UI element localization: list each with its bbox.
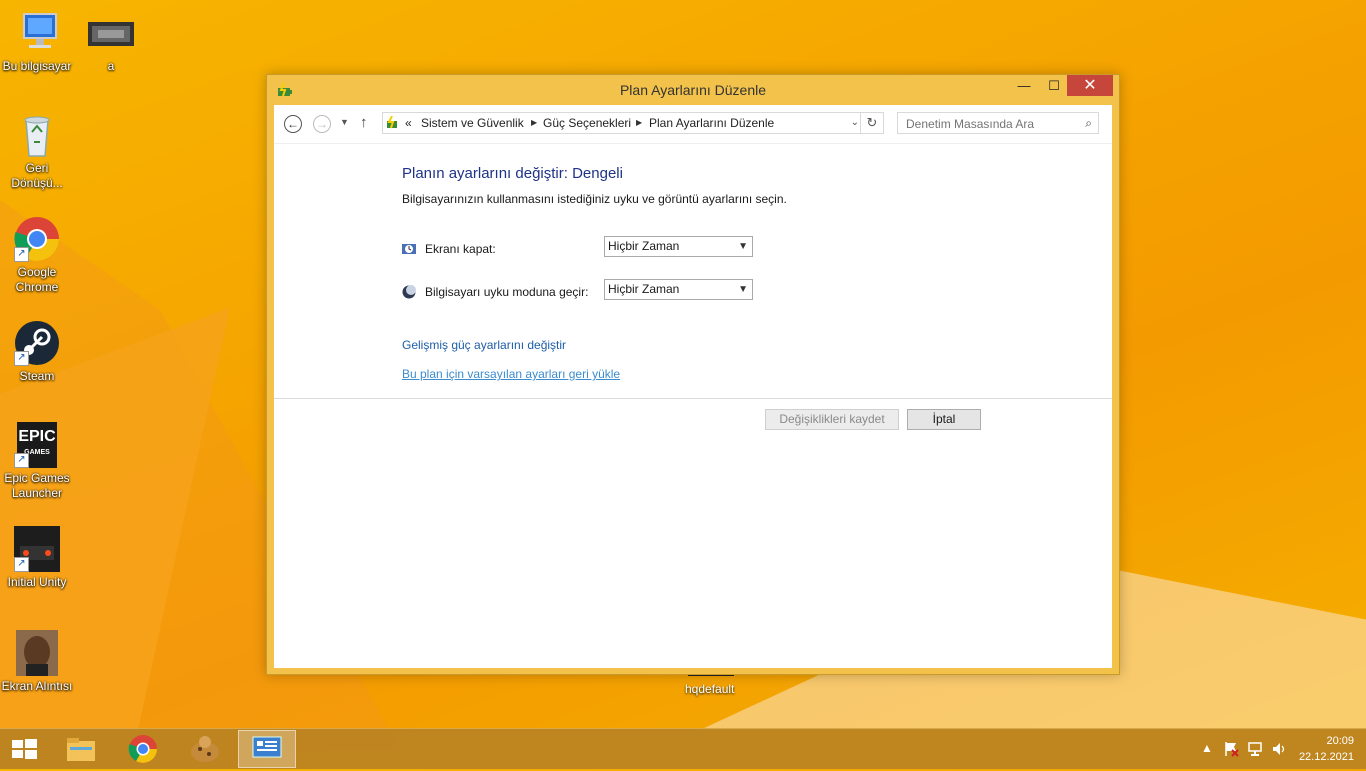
- breadcrumb-prefix[interactable]: «: [405, 116, 412, 130]
- divider: [274, 398, 1112, 399]
- search-input[interactable]: [904, 114, 1078, 134]
- desktop-icon-steam[interactable]: ↗ Steam: [0, 320, 74, 384]
- desktop-icon-epic-games[interactable]: EPIC GAMES ↗ Epic Games Launcher: [0, 422, 74, 501]
- computer-icon: [14, 10, 60, 56]
- network-icon[interactable]: [1247, 741, 1263, 760]
- address-bar[interactable]: « Sistem ve Güvenlik ▶ Güç Seçenekleri ▶…: [382, 112, 884, 134]
- shortcut-arrow-icon: ↗: [14, 453, 29, 468]
- desktop-icon-google-chrome[interactable]: ↗ Google Chrome: [0, 216, 74, 295]
- search-box[interactable]: ⌕: [897, 112, 1099, 134]
- desktop-icon-label: Geri Dönüşü...: [11, 161, 63, 190]
- desktop-icon-label: a: [107, 59, 115, 73]
- up-arrow-icon[interactable]: ↑: [360, 114, 368, 131]
- desktop-icon-recycle-bin[interactable]: Geri Dönüşü...: [0, 112, 74, 191]
- folder-icon: [67, 738, 95, 761]
- desktop-icon-this-pc[interactable]: Bu bilgisayar: [0, 10, 74, 74]
- system-clock[interactable]: 20:09 22.12.2021: [1299, 733, 1354, 765]
- back-arrow-icon[interactable]: ←: [284, 115, 302, 133]
- chevron-down-icon: ▼: [738, 284, 748, 295]
- action-center-flag-icon[interactable]: [1223, 741, 1239, 760]
- clock-date: 22.12.2021: [1298, 751, 1354, 763]
- desktop-icon-a[interactable]: a: [74, 20, 148, 74]
- windows-start-icon[interactable]: [10, 737, 38, 761]
- show-hidden-icons-chevron-icon[interactable]: ▲: [1201, 741, 1213, 755]
- turn-off-display-value: Hiçbir Zaman: [608, 239, 680, 253]
- main-content: Planın ayarlarını değiştir: Dengeli Bilg…: [274, 143, 1112, 668]
- address-dropdown-chevron-icon[interactable]: ⌄: [851, 117, 859, 128]
- desktop-icon-screenshot[interactable]: Ekran Alıntısı: [0, 630, 74, 694]
- shortcut-arrow-icon: ↗: [14, 351, 29, 366]
- shortcut-arrow-icon: ↗: [14, 247, 29, 262]
- forward-arrow-icon[interactable]: →: [313, 115, 331, 133]
- recent-locations-chevron-icon[interactable]: ▼: [340, 117, 349, 127]
- cancel-button[interactable]: İptal: [907, 409, 981, 430]
- breadcrumb-item-edit-plan[interactable]: Plan Ayarlarını Düzenle: [649, 116, 774, 130]
- minimize-button[interactable]: —: [1007, 75, 1041, 96]
- control-panel-icon: [252, 736, 282, 758]
- close-button[interactable]: ✕: [1067, 75, 1113, 96]
- desktop-icon-label: Ekran Alıntısı: [1, 679, 73, 693]
- steam-icon: ↗: [14, 320, 60, 366]
- control-panel-icon: [386, 115, 401, 130]
- chrome-taskbar-button[interactable]: [114, 730, 172, 768]
- page-description: Bilgisayarınızın kullanmasını istediğini…: [402, 192, 787, 206]
- epic-games-icon: EPIC GAMES ↗: [14, 422, 60, 468]
- desktop-icon-label: Initial Unity: [7, 575, 67, 589]
- chrome-icon: ↗: [14, 216, 60, 262]
- maximize-button[interactable]: ☐: [1037, 75, 1071, 96]
- control-panel-taskbar-button[interactable]: [238, 730, 296, 768]
- desktop-icon-label: Steam: [19, 369, 55, 383]
- refresh-icon[interactable]: ↻: [860, 113, 883, 133]
- chevron-down-icon: ▼: [738, 241, 748, 252]
- save-changes-button[interactable]: Değişiklikleri kaydet: [765, 409, 899, 430]
- epic-logo-text: EPIC: [18, 428, 56, 445]
- desktop-icon-label: Bu bilgisayar: [2, 59, 72, 73]
- desktop-icon-label: Epic Games Launcher: [4, 471, 70, 500]
- sleep-label: Bilgisayarı uyku moduna geçir:: [425, 285, 589, 299]
- cookie-icon: [191, 736, 219, 762]
- sleep-value: Hiçbir Zaman: [608, 282, 680, 296]
- sleep-select[interactable]: Hiçbir Zaman ▼: [604, 279, 753, 300]
- desktop-icon-label-hqdefault[interactable]: hqdefault: [685, 682, 734, 696]
- turn-off-display-select[interactable]: Hiçbir Zaman ▼: [604, 236, 753, 257]
- display-clock-icon: [402, 242, 416, 256]
- page-title: Planın ayarlarını değiştir: Dengeli: [402, 165, 623, 182]
- sleep-moon-icon: [402, 285, 416, 299]
- advanced-power-settings-link[interactable]: Gelişmiş güç ayarlarını değiştir: [402, 338, 566, 352]
- game-thumbnail-icon: ↗: [14, 526, 60, 572]
- taskbar: ▲ 20:09 22.12.2021: [0, 728, 1366, 769]
- restore-defaults-link[interactable]: Bu plan için varsayılan ayarları geri yü…: [402, 367, 620, 381]
- desktop-icon-label: Google Chrome: [15, 265, 59, 294]
- title-bar[interactable]: Plan Ayarlarını Düzenle — ☐ ✕: [267, 75, 1119, 105]
- breadcrumb-item-system-security[interactable]: Sistem ve Güvenlik: [421, 116, 524, 130]
- breadcrumb-separator-icon[interactable]: ▶: [636, 118, 642, 127]
- image-thumbnail-icon: [88, 20, 134, 56]
- search-icon[interactable]: ⌕: [1085, 116, 1092, 131]
- breadcrumb-item-power-options[interactable]: Güç Seçenekleri: [543, 116, 631, 130]
- navigation-toolbar: ← → ▼ ↑ « Sistem ve Güvenlik ▶ Güç Seçen…: [274, 105, 1112, 143]
- control-panel-window: Plan Ayarlarını Düzenle — ☐ ✕ ← → ▼ ↑ « …: [266, 74, 1120, 675]
- clock-time: 20:09: [1326, 735, 1354, 747]
- photo-icon: [14, 630, 60, 676]
- cookie-app-taskbar-button[interactable]: [176, 730, 234, 768]
- chrome-icon: [128, 735, 157, 763]
- shortcut-arrow-icon: ↗: [14, 557, 29, 572]
- recycle-bin-icon: [14, 112, 60, 158]
- turn-off-display-label: Ekranı kapat:: [425, 242, 496, 256]
- desktop-icon-initial-unity[interactable]: ↗ Initial Unity: [0, 526, 74, 590]
- file-explorer-taskbar-button[interactable]: [52, 730, 110, 768]
- volume-icon[interactable]: [1271, 741, 1287, 760]
- breadcrumb-separator-icon[interactable]: ▶: [531, 118, 537, 127]
- window-title: Plan Ayarlarını Düzenle: [619, 82, 767, 98]
